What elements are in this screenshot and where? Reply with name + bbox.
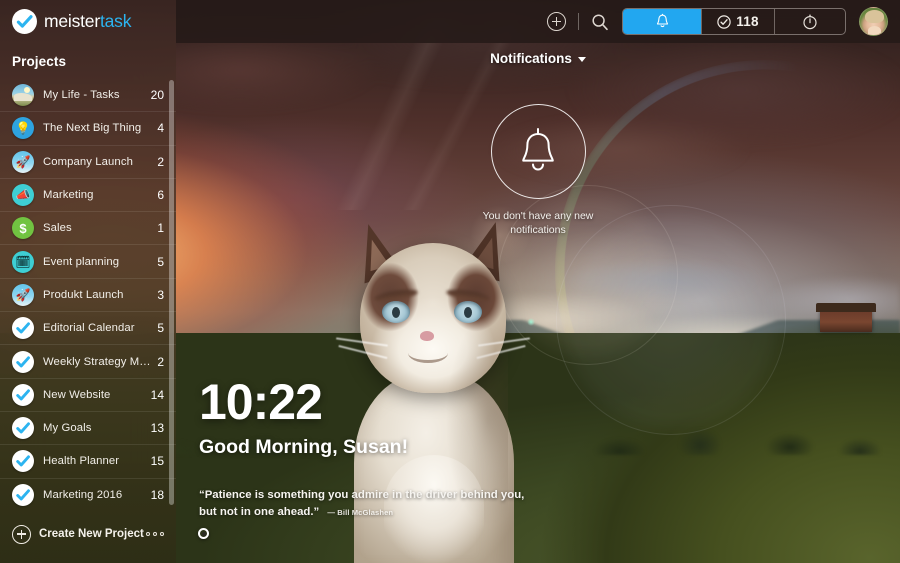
search-icon[interactable] (591, 13, 609, 31)
project-task-count: 5 (157, 321, 164, 336)
project-list-item[interactable]: Weekly Strategy Mee… 2 (0, 344, 176, 377)
project-name: Company Launch (43, 155, 133, 168)
empty-state-circle (490, 104, 586, 199)
megaphone-icon: 📣 (12, 184, 34, 207)
cat-eye-left (382, 301, 410, 323)
check-circle-icon (717, 14, 731, 29)
project-task-count: 15 (150, 454, 164, 469)
sidebar: meistertask Projects My Life - Tasks 20 💡 T… (0, 0, 176, 563)
cat-eye-right (454, 301, 482, 323)
greeting-text: Good Morning, Susan! (199, 436, 409, 458)
project-list-item[interactable]: 🗓 Event planning 5 (0, 244, 176, 277)
check-circle-icon (12, 483, 34, 506)
rocket-icon: 🚀 (12, 283, 34, 306)
project-name: Event planning (43, 255, 120, 268)
project-list-item[interactable]: My Life - Tasks 20 (0, 78, 176, 111)
project-list-item[interactable]: Editorial Calendar 5 (0, 311, 176, 344)
page-title[interactable]: Notifications (176, 51, 900, 66)
project-list-item[interactable]: Marketing 2016 18 (0, 477, 176, 511)
plus-circle-icon (12, 524, 31, 544)
project-task-count: 1 (157, 221, 164, 236)
quote-author: — Bill McGlashen (327, 507, 394, 517)
project-name: Weekly Strategy Mee… (43, 355, 151, 368)
bell-icon (522, 127, 554, 170)
check-circle-icon (12, 9, 37, 34)
project-list-item[interactable]: My Goals 13 (0, 410, 176, 444)
quote-block: “Patience is something you admire in the… (199, 487, 529, 521)
project-list-item[interactable]: 🚀 Company Launch 2 (0, 144, 176, 178)
empty-state-line-1: You don't have any new (482, 210, 594, 222)
check-circle-icon (12, 317, 34, 340)
cat-nose (420, 331, 434, 341)
project-task-count: 4 (157, 121, 164, 136)
brand-part-2: task (99, 11, 132, 31)
clock-time: 10:22 (199, 374, 323, 430)
app-logo-text: meistertask (44, 11, 131, 32)
calendar-icon: 🗓 (12, 250, 34, 273)
project-task-count: 5 (157, 254, 164, 269)
project-list-item[interactable]: New Website 14 (0, 377, 176, 411)
three-dots-icon[interactable] (146, 532, 164, 536)
check-circle-icon (12, 417, 34, 440)
view-segmented-control: 118 (622, 8, 846, 35)
project-list-item[interactable]: 💡 The Next Big Thing 4 (0, 111, 176, 144)
lightbulb-icon: 💡 (12, 117, 34, 140)
chevron-down-icon[interactable] (577, 57, 586, 62)
completed-count: 118 (736, 14, 759, 29)
project-list-item[interactable]: $ Sales 1 (0, 211, 176, 244)
tab-completed-tasks[interactable]: 118 (701, 9, 775, 34)
project-name: My Life - Tasks (43, 88, 120, 101)
project-task-count: 6 (157, 188, 164, 203)
projects-heading: Projects (12, 54, 67, 69)
project-task-count: 2 (157, 154, 164, 169)
project-name: Marketing (43, 189, 94, 202)
project-name: The Next Big Thing (43, 122, 142, 135)
stopwatch-icon (803, 14, 817, 29)
dot-indicator-icon[interactable] (198, 528, 209, 539)
meistertask-dashboard: 118 meistertask Projects My Life - Tasks… (0, 0, 900, 563)
empty-state-line-2: notifications (510, 223, 566, 236)
add-icon[interactable] (547, 12, 566, 31)
empty-state-message: You don't have any new notifications (458, 210, 618, 238)
cat-mouth (408, 343, 448, 363)
tab-notifications[interactable] (623, 9, 701, 34)
project-task-count: 14 (150, 387, 164, 402)
check-circle-icon (12, 350, 34, 373)
project-task-count: 20 (150, 87, 164, 102)
project-task-count: 13 (150, 421, 164, 436)
cat-head (360, 243, 506, 393)
rocket-icon: 🚀 (12, 150, 34, 173)
project-name: Health Planner (43, 455, 120, 468)
create-new-project-label: Create New Project (39, 528, 144, 540)
check-circle-icon (12, 383, 34, 406)
project-list: My Life - Tasks 20 💡 The Next Big Thing 4 🚀 Co… (0, 78, 176, 511)
app-logo[interactable]: meistertask (0, 0, 176, 43)
project-task-count: 3 (157, 287, 164, 302)
create-new-project-button[interactable]: Create New Project (0, 519, 176, 549)
tab-time-tracking[interactable] (775, 9, 845, 34)
project-list-item[interactable]: Health Planner 15 (0, 444, 176, 477)
avatar[interactable] (859, 7, 888, 36)
project-name: Produkt Launch (43, 288, 124, 301)
hillside-cabin (816, 303, 876, 332)
project-name: My Goals (43, 422, 92, 435)
check-circle-icon (12, 450, 34, 473)
project-name: Marketing 2016 (43, 488, 123, 501)
page-title-label: Notifications (490, 51, 572, 66)
project-name: Editorial Calendar (43, 322, 135, 335)
project-name: Sales (43, 222, 72, 235)
top-toolbar: 118 (176, 0, 900, 43)
brand-part-1: meister (44, 11, 100, 31)
project-list-item[interactable]: 📣 Marketing 6 (0, 177, 176, 211)
project-task-count: 18 (150, 487, 164, 502)
project-task-count: 2 (157, 354, 164, 369)
toolbar-divider (578, 13, 579, 30)
landscape-photo-icon (12, 83, 34, 106)
sidebar-scrollbar[interactable] (169, 80, 174, 505)
project-list-item[interactable]: 🚀 Produkt Launch 3 (0, 277, 176, 311)
dollar-icon: $ (12, 217, 34, 240)
project-name: New Website (43, 388, 111, 401)
clock-greeting-block: 10:22 Good Morning, Susan! (199, 377, 408, 459)
